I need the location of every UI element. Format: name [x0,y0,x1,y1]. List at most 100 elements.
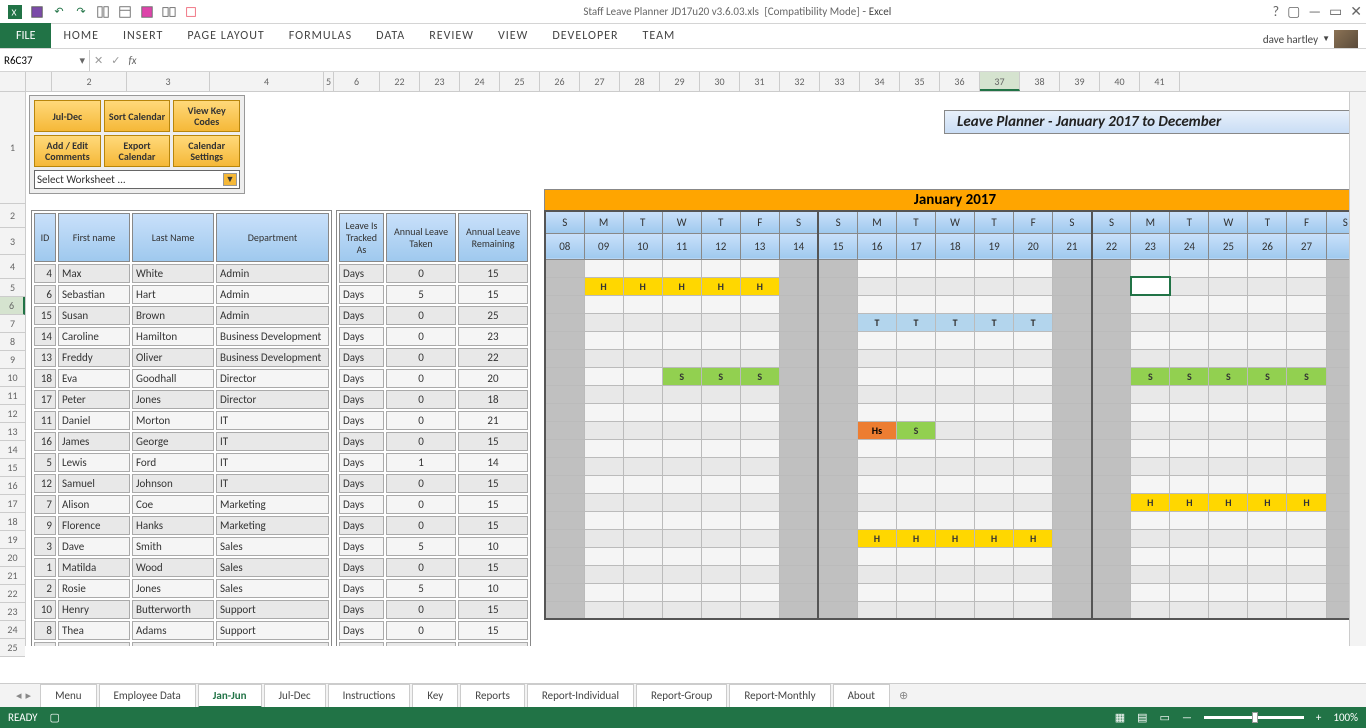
calendar-cell[interactable]: S [1287,367,1326,385]
calendar-cell[interactable] [779,547,818,565]
sheet-tab-reports[interactable]: Reports [460,684,525,708]
calendar-cell[interactable] [584,403,623,421]
col-header[interactable]: 4 [210,72,324,91]
sheet-tab-about[interactable]: About [833,684,890,708]
calendar-cell[interactable] [584,493,623,511]
calendar-cell[interactable] [623,385,662,403]
ribbon-tab-pagelayout[interactable]: PAGE LAYOUT [175,23,276,48]
col-header[interactable]: 29 [660,72,700,91]
calendar-cell[interactable] [623,259,662,277]
zoom-out-icon[interactable]: — [1182,711,1192,724]
sheet-tab-reportindividual[interactable]: Report-Individual [527,684,634,708]
calendar-cell[interactable] [1209,547,1248,565]
calendar-cell[interactable] [584,259,623,277]
calendar-cell[interactable]: S [1170,367,1209,385]
col-header[interactable]: 39 [1060,72,1100,91]
zoom-slider[interactable] [1204,716,1304,719]
calendar-cell[interactable] [1092,259,1131,277]
calendar-cell[interactable] [545,331,584,349]
calendar-cell[interactable] [1170,403,1209,421]
calendar-cell[interactable] [1248,313,1287,331]
calendar-cell[interactable] [1092,313,1131,331]
sheet-tab-janjun[interactable]: Jan-Jun [198,684,262,708]
col-header[interactable]: 24 [460,72,500,91]
sheet-nav-last-icon[interactable]: ▸ [26,689,32,702]
view-normal-icon[interactable]: ▦ [1115,711,1125,724]
calendar-cell[interactable] [1014,277,1053,295]
calendar-cell[interactable] [1092,349,1131,367]
close-icon[interactable]: ✕ [1350,3,1362,20]
calendar-cell[interactable] [857,385,896,403]
calendar-cell[interactable] [1131,529,1170,547]
calendar-cell[interactable] [1053,493,1092,511]
calendar-cell[interactable] [818,277,857,295]
calendar-cell[interactable] [1209,277,1248,295]
calendar-cell[interactable] [545,385,584,403]
calendar-cell[interactable] [857,367,896,385]
col-header[interactable]: 5 [324,72,334,91]
calendar-cell[interactable] [701,547,740,565]
macro-record-icon[interactable]: ▢ [50,711,60,724]
calendar-cell[interactable]: H [584,277,623,295]
calendar-cell[interactable] [857,295,896,313]
calendar-cell[interactable] [1092,403,1131,421]
calendar-cell[interactable] [1287,511,1326,529]
col-header[interactable]: 40 [1100,72,1140,91]
calendar-cell[interactable] [740,421,779,439]
calendar-cell[interactable] [1170,421,1209,439]
calendar-cell[interactable] [975,367,1014,385]
user-account[interactable]: dave hartley▼ [1263,30,1366,48]
row-header[interactable]: 11 [0,387,25,405]
calendar-cell[interactable] [584,349,623,367]
calendar-cell[interactable] [896,475,935,493]
calendar-cell[interactable] [701,529,740,547]
calendar-cell[interactable]: S [1209,367,1248,385]
calendar-cell[interactable] [936,475,975,493]
calendar-cell[interactable] [975,331,1014,349]
juldec-button[interactable]: Jul-Dec [34,100,101,132]
calendar-cell[interactable] [740,385,779,403]
calendar-cell[interactable] [1209,313,1248,331]
calendar-cell[interactable] [818,493,857,511]
new-sheet-icon[interactable]: ⊕ [891,689,916,702]
calendar-cell[interactable] [975,295,1014,313]
calendar-cell[interactable] [1209,259,1248,277]
calendar-cell[interactable] [662,403,701,421]
ribbon-tab-team[interactable]: TEAM [631,23,688,48]
calendar-cell[interactable] [818,511,857,529]
calendar-cell[interactable]: H [857,529,896,547]
calendar-cell[interactable] [545,367,584,385]
calendar-cell[interactable]: H [1131,493,1170,511]
calendar-cell[interactable] [936,421,975,439]
calendar-cell[interactable] [1170,457,1209,475]
col-header[interactable]: 38 [1020,72,1060,91]
calendar-cell[interactable] [1248,277,1287,295]
sheet-tab-juldec[interactable]: Jul-Dec [264,684,326,708]
calendar-cell[interactable] [701,385,740,403]
calendar-cell[interactable] [936,493,975,511]
calendar-cell[interactable] [1014,547,1053,565]
calendar-cell[interactable] [1014,331,1053,349]
row-header[interactable]: 18 [0,513,25,531]
calendar-cell[interactable] [779,331,818,349]
calendar-cell[interactable] [584,295,623,313]
row-header[interactable]: 5 [0,279,25,297]
calendar-cell[interactable] [740,475,779,493]
calendar-cell[interactable] [1287,421,1326,439]
calendar-cell[interactable] [623,529,662,547]
calendar-cell[interactable] [1248,511,1287,529]
calendar-cell[interactable] [818,475,857,493]
calendar-cell[interactable] [584,511,623,529]
calendar-cell[interactable] [818,331,857,349]
name-box[interactable]: ▾ [0,50,90,71]
calendar-cell[interactable]: H [936,529,975,547]
calendar-cell[interactable] [1287,313,1326,331]
calendar-cell[interactable] [936,457,975,475]
calendar-cell[interactable] [1287,385,1326,403]
calendar-cell[interactable] [623,583,662,601]
calendar-cell[interactable] [701,601,740,619]
calendar-cell[interactable] [662,385,701,403]
calendar-cell[interactable] [1248,331,1287,349]
calendar-cell[interactable]: S [896,421,935,439]
calendar-cell[interactable] [1014,259,1053,277]
